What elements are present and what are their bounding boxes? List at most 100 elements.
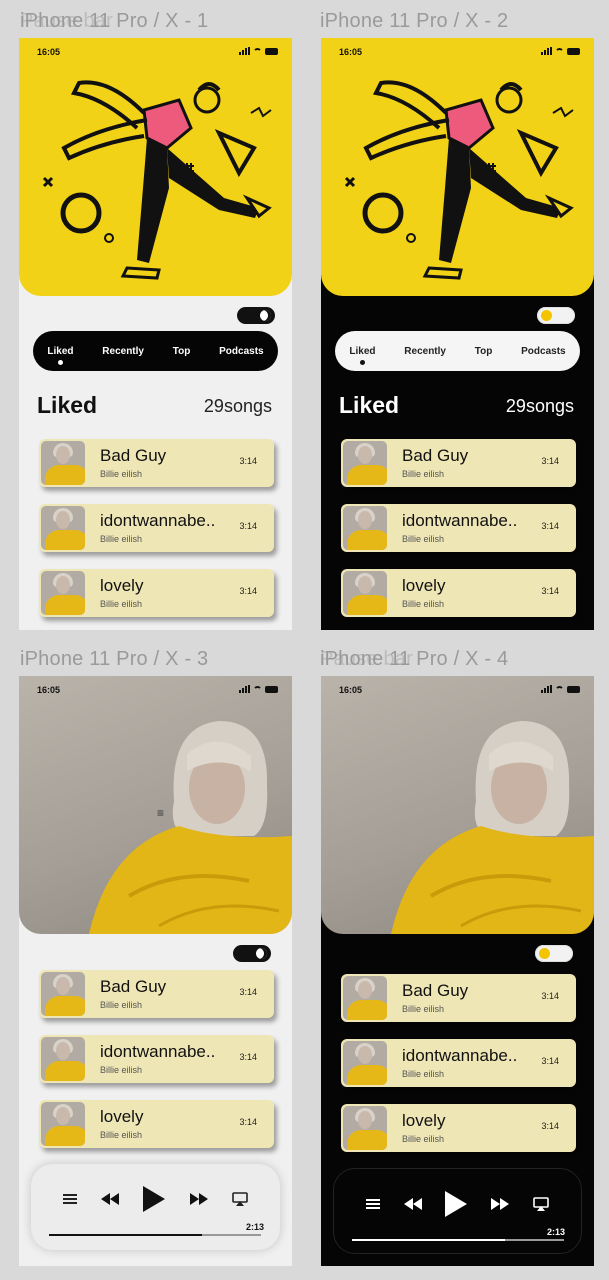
progress-bar[interactable] <box>352 1239 564 1241</box>
song-duration: 3:14 <box>541 991 559 1001</box>
song-duration: 3:14 <box>239 987 257 997</box>
tab-podcasts[interactable]: Podcasts <box>521 346 565 357</box>
song-duration: 3:14 <box>541 1121 559 1131</box>
play-icon[interactable] <box>143 1186 166 1212</box>
song-artist: Billie eilish <box>402 1069 445 1079</box>
song-duration: 3:14 <box>239 586 257 596</box>
tab-bar: Liked Recently Top Podcasts <box>335 331 580 371</box>
song-duration: 3:14 <box>239 1117 257 1127</box>
status-bar: 16:05 <box>19 38 292 60</box>
song-title: Bad Guy <box>100 446 167 465</box>
sun-icon <box>541 310 552 321</box>
song-artist: Billie eilish <box>402 599 445 609</box>
tab-top[interactable]: Top <box>173 346 191 357</box>
album-thumbnail <box>343 976 387 1020</box>
song-row[interactable]: Bad Guy Billie eilish 3:14 <box>39 970 274 1018</box>
tab-podcasts[interactable]: Podcasts <box>219 346 263 357</box>
frame-library-dark: 16:05 Liked Recently Top Podcasts Liked … <box>321 38 594 630</box>
menu-icon[interactable]: ≡ <box>157 806 164 820</box>
fast-forward-icon[interactable] <box>491 1198 510 1210</box>
song-duration: 3:14 <box>541 521 559 531</box>
theme-toggle[interactable] <box>233 945 271 962</box>
album-thumbnail <box>41 506 85 550</box>
status-bar: 16:05 <box>321 38 594 60</box>
fast-forward-icon[interactable] <box>189 1193 208 1205</box>
menu-icon[interactable] <box>365 1198 380 1210</box>
album-thumbnail <box>343 1041 387 1085</box>
song-duration: 3:14 <box>239 456 257 466</box>
album-thumbnail <box>41 441 85 485</box>
page-title: Liked <box>339 392 400 418</box>
song-title: idontwannabe.. <box>100 1042 216 1061</box>
song-duration: 3:14 <box>541 456 559 466</box>
play-icon[interactable] <box>445 1191 468 1217</box>
theme-toggle[interactable] <box>537 307 575 324</box>
tab-top[interactable]: Top <box>475 346 493 357</box>
artist-portrait <box>391 721 594 934</box>
song-artist: Billie eilish <box>100 1000 143 1010</box>
song-row[interactable]: lovely Billie eilish 3:14 <box>39 1100 274 1148</box>
song-artist: Billie eilish <box>100 1065 143 1075</box>
frame-label-4: iPhone 11 Pro / X - 4 Pause bar <box>320 648 509 670</box>
album-thumbnail <box>41 1102 85 1146</box>
progress-bar[interactable] <box>49 1234 261 1236</box>
song-row[interactable]: idontwannabe.. Billie eilish 3:14 <box>341 1039 576 1087</box>
song-title: lovely <box>100 576 144 595</box>
song-title: idontwannabe.. <box>100 511 216 530</box>
song-row[interactable]: lovely Billie eilish 3:14 <box>341 1104 576 1152</box>
song-row[interactable]: idontwannabe.. Billie eilish 3:14 <box>341 504 576 552</box>
signal-icon <box>541 685 552 693</box>
signal-icon <box>239 47 250 55</box>
battery-icon <box>265 685 278 693</box>
artist-photo <box>321 676 594 934</box>
song-title: Bad Guy <box>100 977 167 996</box>
status-time: 16:05 <box>37 47 61 57</box>
moon-icon <box>256 948 267 959</box>
song-row[interactable]: Bad Guy Billie eilish 3:14 <box>341 439 576 487</box>
song-artist: Billie eilish <box>100 599 143 609</box>
player-bar: 2:13 <box>333 1168 582 1254</box>
status-time: 16:05 <box>339 685 363 695</box>
menu-icon[interactable] <box>63 1193 78 1205</box>
song-title: idontwannabe.. <box>402 1046 518 1065</box>
page-title: Liked <box>37 392 98 418</box>
theme-toggle[interactable] <box>535 945 573 962</box>
hero-artwork <box>321 38 594 296</box>
hero-artwork <box>19 38 292 296</box>
frame-label-ghost: Pause bar <box>20 10 113 32</box>
song-title: Bad Guy <box>402 981 469 1000</box>
rewind-icon[interactable] <box>101 1193 120 1205</box>
elapsed-time: 2:13 <box>245 1222 264 1232</box>
song-artist: Billie eilish <box>100 1130 143 1140</box>
artist-portrait <box>89 721 292 934</box>
airplay-icon[interactable] <box>533 1197 549 1211</box>
rewind-icon[interactable] <box>403 1198 422 1210</box>
status-bar: 16:05 <box>321 676 594 698</box>
song-artist: Billie eilish <box>402 534 445 544</box>
song-row[interactable]: idontwannabe.. Billie eilish 3:14 <box>39 504 274 552</box>
song-row[interactable]: idontwannabe.. Billie eilish 3:14 <box>39 1035 274 1083</box>
frame-label-3: iPhone 11 Pro / X - 3 <box>20 648 209 670</box>
frame-label-2: iPhone 11 Pro / X - 2 <box>320 10 509 32</box>
song-row[interactable]: lovely Billie eilish 3:14 <box>39 569 274 617</box>
battery-icon <box>567 47 580 55</box>
player-bar: 2:13 <box>31 1164 280 1250</box>
tab-liked[interactable]: Liked <box>47 346 74 365</box>
tab-recently[interactable]: Recently <box>102 346 144 357</box>
song-title: lovely <box>100 1107 144 1126</box>
song-row[interactable]: Bad Guy Billie eilish 3:14 <box>39 439 274 487</box>
song-row[interactable]: lovely Billie eilish 3:14 <box>341 569 576 617</box>
song-row[interactable]: Bad Guy Billie eilish 3:14 <box>341 974 576 1022</box>
wifi-icon <box>253 685 262 693</box>
song-artist: Billie eilish <box>402 1004 445 1014</box>
album-thumbnail <box>343 441 387 485</box>
theme-toggle[interactable] <box>237 307 275 324</box>
airplay-icon[interactable] <box>232 1192 248 1206</box>
tab-recently[interactable]: Recently <box>404 346 446 357</box>
tab-liked[interactable]: Liked <box>349 346 376 365</box>
album-thumbnail <box>343 571 387 615</box>
frame-library-light: 16:05 Liked Recently Top Podcasts Liked … <box>19 38 292 630</box>
frame-player-dark: 16:05 Bad Guy Billie eilish 3:14 idontwa… <box>321 676 594 1266</box>
status-time: 16:05 <box>339 47 363 57</box>
elapsed-time: 2:13 <box>546 1227 565 1237</box>
